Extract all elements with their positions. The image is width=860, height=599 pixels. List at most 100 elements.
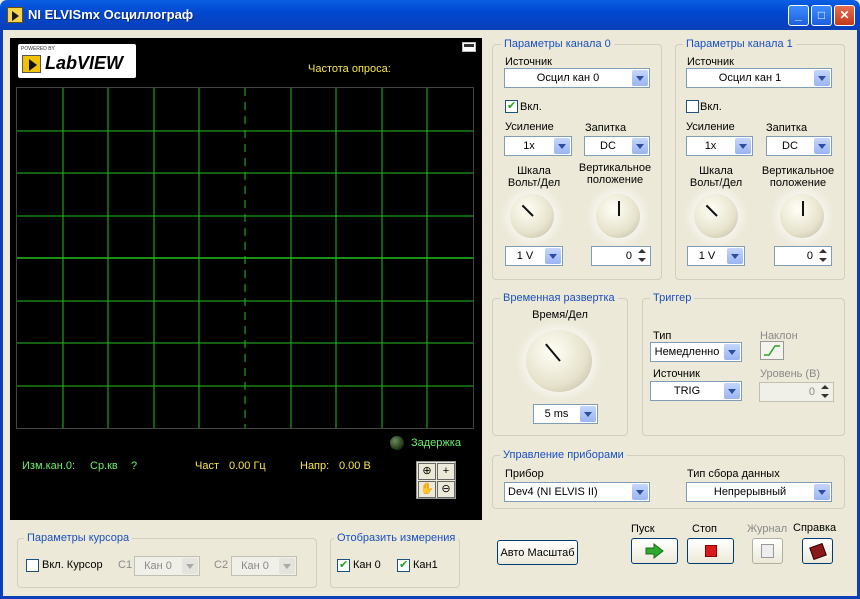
title-bar: NI ELVISmx Осциллограф _ □ ✕ [0, 0, 860, 30]
run-label: Пуск [631, 523, 655, 535]
trigger-source-select[interactable]: TRIG [650, 381, 742, 401]
ch1-gain-select[interactable]: 1x [686, 136, 753, 156]
ch0-scale-label: Шкала Вольт/Дел [507, 165, 561, 189]
ch1-scale-select[interactable]: 1 V [687, 246, 745, 266]
run-button[interactable] [631, 538, 678, 564]
log-button[interactable] [752, 538, 783, 564]
device-select[interactable]: Dev4 (NI ELVIS II) [504, 482, 650, 502]
ch0-scale-knob[interactable] [510, 194, 554, 238]
ch0-coupling-label: Запитка [585, 122, 627, 134]
chevron-down-icon [632, 138, 648, 154]
close-button[interactable]: ✕ [834, 5, 855, 26]
channel0-title: Параметры канала 0 [501, 38, 614, 50]
trigger-level-input[interactable]: 0 [759, 382, 834, 402]
chevron-down-icon [279, 558, 295, 574]
app-icon [7, 7, 23, 23]
cursor-settings-title: Параметры курсора [24, 532, 133, 544]
chevron-down-icon [580, 406, 596, 422]
c2-label: C2 [214, 559, 229, 571]
stop-label: Стоп [692, 523, 717, 535]
delay-indicator-led [390, 436, 404, 450]
ch0-coupling-select[interactable]: DC [584, 136, 650, 156]
cursor-enable-label: Вкл. Курсор [42, 559, 103, 571]
labview-mark-icon [22, 55, 41, 73]
channel1-title: Параметры канала 1 [683, 38, 796, 50]
volt-value: 0.00 В [339, 460, 371, 472]
ch0-scale-select[interactable]: 1 V [505, 246, 563, 266]
display-ch0-label: Кан 0 [353, 559, 381, 571]
labview-logo: POWERED BY LabVIEW [18, 44, 136, 78]
ch1-coupling-select[interactable]: DC [766, 136, 832, 156]
freq-value: 0.00 Гц [229, 460, 266, 472]
ch1-enable-label: Вкл. [700, 101, 722, 113]
ch0-vpos-knob[interactable] [596, 194, 640, 238]
ch0-gain-select[interactable]: 1x [504, 136, 572, 156]
display-measurements-title: Отобразить измерения [334, 532, 459, 544]
chevron-down-icon [814, 484, 830, 500]
instrument-control-title: Управление приборами [500, 449, 627, 461]
display-ch1-checkbox[interactable] [397, 558, 410, 572]
log-label: Журнал [747, 523, 788, 535]
pan-hand-icon[interactable]: ✋ [418, 481, 436, 498]
c2-select[interactable]: Кан 0 [231, 556, 297, 576]
ch0-enable-checkbox[interactable] [505, 99, 518, 113]
ch1-enable-checkbox[interactable] [686, 100, 699, 113]
graph-grid [17, 88, 473, 428]
chevron-down-icon [735, 138, 751, 154]
c1-select[interactable]: Кан 0 [134, 556, 200, 576]
ch1-gain-label: Усиление [686, 121, 735, 133]
help-button[interactable] [802, 538, 833, 564]
timebase-title: Временная развертка [500, 292, 618, 304]
chevron-down-icon [724, 344, 740, 360]
chevron-down-icon [545, 248, 561, 264]
autoscale-button[interactable]: Авто Масштаб [497, 540, 578, 565]
freq-label: Част [195, 460, 219, 472]
ch0-source-select[interactable]: Осцил кан 0 [504, 68, 650, 88]
display-ch1-label: Кан1 [413, 559, 438, 571]
zoom-tool-icon[interactable]: ⊖ [437, 481, 455, 498]
minimize-button[interactable]: _ [788, 5, 809, 26]
stop-button[interactable] [687, 538, 734, 564]
rms-label: Ср.кв [90, 460, 118, 472]
rms-value: ? [131, 460, 138, 472]
ch1-scale-label: Шкала Вольт/Дел [689, 165, 743, 189]
ch1-source-select[interactable]: Осцил кан 1 [686, 68, 832, 88]
acquisition-type-label: Тип сбора данных [687, 468, 780, 480]
zoom-icon[interactable]: ⊕ [418, 463, 436, 480]
chevron-down-icon [727, 248, 743, 264]
cursor-crosshair-icon[interactable]: + [437, 463, 455, 480]
chevron-down-icon [554, 138, 570, 154]
spinner-icon [635, 248, 649, 264]
ch1-coupling-label: Запитка [766, 122, 808, 134]
acquisition-type-select[interactable]: Непрерывный [686, 482, 832, 502]
trigger-type-label: Тип [653, 330, 672, 342]
graph-maximize-icon[interactable] [462, 42, 476, 52]
ch0-vpos-label: Вертикальное положение [578, 162, 652, 186]
ch0-source-label: Источник [505, 56, 552, 68]
time-per-div-select[interactable]: 5 ms [533, 404, 598, 424]
oscilloscope-display: POWERED BY LabVIEW Частота опроса: Задер… [10, 38, 482, 520]
chevron-down-icon [814, 138, 830, 154]
ch1-vpos-input[interactable]: 0 [774, 246, 832, 266]
trigger-type-select[interactable]: Немедленно [650, 342, 742, 362]
ch1-scale-knob[interactable] [694, 194, 738, 238]
cursor-enable-checkbox[interactable] [26, 559, 39, 572]
ch0-vpos-input[interactable]: 0 [591, 246, 651, 266]
log-notepad-icon [761, 544, 774, 558]
spinner-icon [816, 248, 830, 264]
time-per-div-knob[interactable] [526, 330, 592, 392]
measure-channel-label: Изм.кан.0: [22, 460, 76, 472]
trigger-source-label: Источник [653, 368, 700, 380]
trigger-slope-rising-icon[interactable] [760, 341, 784, 360]
trigger-group [642, 298, 845, 436]
device-label: Прибор [505, 468, 544, 480]
chevron-down-icon [632, 70, 648, 86]
spinner-icon [818, 384, 832, 400]
help-label: Справка [793, 522, 837, 534]
volt-label: Напр: [300, 460, 330, 472]
stop-square-icon [704, 545, 717, 557]
ch1-vpos-knob[interactable] [780, 194, 824, 238]
display-ch0-checkbox[interactable] [337, 558, 350, 572]
maximize-button[interactable]: □ [811, 5, 832, 26]
graph-area[interactable] [16, 87, 474, 429]
